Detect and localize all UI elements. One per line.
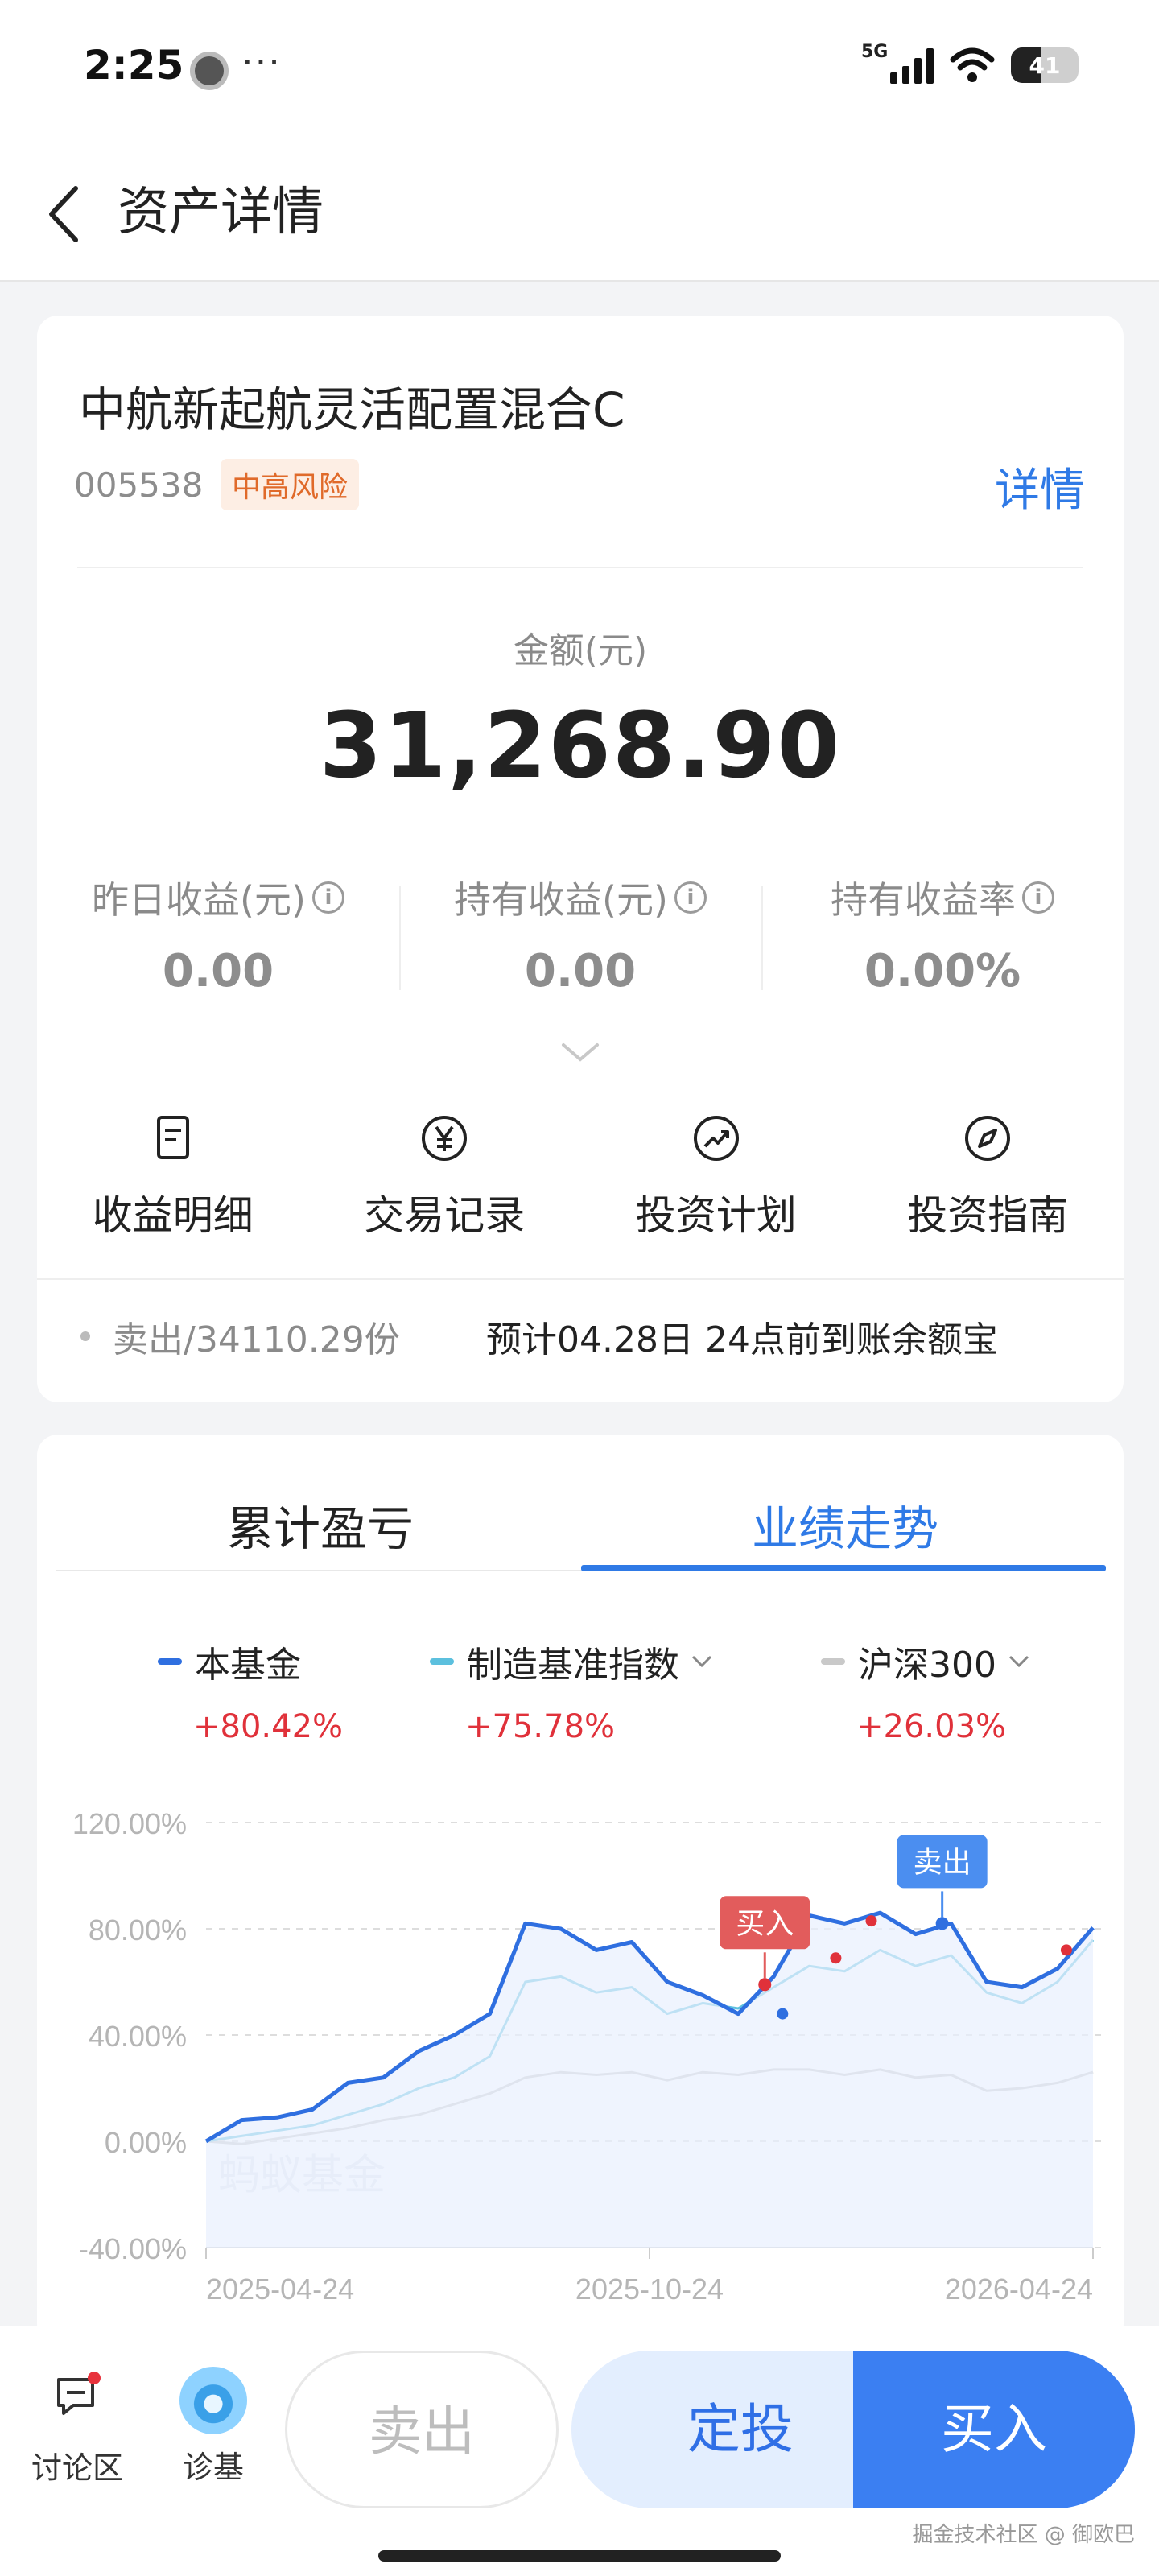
- discuss-label: 讨论区: [31, 2450, 123, 2486]
- buy-marker-label: 买入: [736, 1907, 794, 1940]
- stat-label: 持有收益(元): [454, 878, 668, 922]
- action-label: 投资指南: [907, 1192, 1069, 1239]
- stat-value: 0.00: [524, 945, 637, 997]
- tab-cumulative-profit[interactable]: 累计盈亏: [227, 1491, 414, 1558]
- stat-label: 持有收益率: [831, 878, 1016, 922]
- stat-value: 0.00: [162, 945, 274, 997]
- tab-performance-trend[interactable]: 业绩走势: [752, 1491, 938, 1558]
- notice-left: 卖出/34110.29份: [113, 1319, 400, 1360]
- buy-point: [865, 1915, 877, 1927]
- legend-value: +75.78%: [465, 1708, 616, 1745]
- legend-value: +80.42%: [193, 1708, 344, 1745]
- status-time: 2:25: [84, 42, 184, 89]
- risk-badge: 中高风险: [221, 459, 360, 510]
- x-tick-label: 2025-04-24: [206, 2273, 354, 2306]
- y-tick-label: 40.00%: [89, 2020, 187, 2053]
- y-tick-label: 120.00%: [72, 1807, 187, 1840]
- legend-csi300[interactable]: 沪深300 +26.03%: [821, 1636, 1030, 1745]
- fund-code: 005538: [74, 465, 204, 505]
- notification-app-icon: [190, 52, 229, 90]
- action-label: 投资计划: [635, 1192, 797, 1239]
- page-title: 资产详情: [118, 183, 324, 242]
- stat-value: 0.00%: [864, 945, 1021, 997]
- diagnose-label: 诊基: [182, 2450, 244, 2485]
- chat-bubble-icon: [57, 2372, 101, 2415]
- action-invest-guide[interactable]: 投资指南: [852, 1113, 1124, 1241]
- buy-point: [830, 1952, 842, 1964]
- status-bar: 2:25 ··· 5G 41: [0, 0, 1159, 137]
- performance-card: 累计盈亏 业绩走势 本基金 +80.42% 制造基准指数 +75.78% 沪深3…: [37, 1435, 1124, 2344]
- trend-icon: [693, 1116, 739, 1161]
- divider: [77, 567, 1083, 568]
- legend-swatch: [430, 1658, 454, 1665]
- notice-sell: 卖出/34110.29份: [80, 1311, 400, 1362]
- fund-name: 中航新起航灵活配置混合C: [79, 382, 625, 437]
- detail-link[interactable]: 详情: [995, 454, 1085, 519]
- sell-marker-point: [935, 1917, 949, 1930]
- legend-swatch: [821, 1658, 845, 1665]
- legend-fund[interactable]: 本基金 +80.42%: [158, 1636, 343, 1745]
- fund-summary-card: 中航新起航灵活配置混合C 005538 中高风险 详情 金额(元) 31,268…: [37, 316, 1124, 1402]
- expand-chevron-icon[interactable]: [560, 1040, 600, 1064]
- compass-icon: [965, 1116, 1011, 1161]
- buy-point: [1060, 1944, 1072, 1956]
- performance-chart[interactable]: 120.00% 80.00% 40.00% 0.00% -40.00% 2025-04-2…: [37, 1765, 1124, 2344]
- x-tick-label: 2025-10-24: [575, 2273, 724, 2306]
- bullet-icon: [80, 1331, 90, 1341]
- x-tick-label: 2026-04-24: [945, 2273, 1093, 2306]
- back-arrow-icon[interactable]: [42, 182, 90, 246]
- tab-active-indicator: [581, 1565, 1106, 1571]
- info-icon[interactable]: i: [1022, 881, 1054, 914]
- action-invest-plan[interactable]: 投资计划: [580, 1113, 852, 1241]
- stat-holding-rate: 持有收益率 i 0.00%: [761, 871, 1124, 997]
- action-trade-record[interactable]: 交易记录: [309, 1113, 581, 1241]
- amount-value: 31,268.90: [319, 694, 842, 799]
- robot-mascot-icon: [179, 2367, 247, 2434]
- legend-swatch: [158, 1658, 182, 1665]
- legend-value: +26.03%: [856, 1708, 1007, 1745]
- legend-label: 沪深300: [858, 1645, 996, 1686]
- yuan-icon: [422, 1116, 468, 1161]
- action-label: 收益明细: [92, 1192, 254, 1239]
- info-icon[interactable]: i: [674, 881, 707, 914]
- signal-icon: 5G: [861, 42, 934, 84]
- legend-benchmark[interactable]: 制造基准指数 +75.78%: [430, 1636, 713, 1745]
- discuss-button[interactable]: 讨论区: [29, 2372, 126, 2487]
- y-tick-label: -40.00%: [79, 2232, 187, 2265]
- watermark: 掘金技术社区 @ 御欧巴: [912, 2523, 1135, 2547]
- sell-marker-label: 卖出: [914, 1846, 971, 1879]
- action-label: 交易记录: [364, 1192, 526, 1239]
- chevron-down-icon: [1008, 1655, 1029, 1668]
- stat-holding-profit: 持有收益(元) i 0.00: [399, 871, 761, 997]
- divider: [37, 1278, 1124, 1280]
- battery-icon: 41: [1011, 47, 1079, 83]
- more-notifications-icon: ···: [241, 40, 282, 84]
- buy-button[interactable]: 买入: [853, 2351, 1135, 2508]
- chevron-down-icon: [691, 1655, 712, 1668]
- legend-label: 制造基准指数: [467, 1645, 679, 1686]
- sell-point: [777, 2008, 789, 2020]
- diagnose-button[interactable]: 诊基: [169, 2367, 258, 2487]
- stat-label: 昨日收益(元): [92, 878, 306, 922]
- profit-stats: 昨日收益(元) i 0.00 持有收益(元) i 0.00 持有收益率 i 0.00%: [37, 871, 1124, 997]
- document-icon: [156, 1116, 189, 1159]
- info-icon[interactable]: i: [311, 881, 344, 914]
- notice-arrival: 预计04.28日 24点前到账余额宝: [486, 1319, 998, 1360]
- sell-button[interactable]: 卖出: [285, 2351, 559, 2508]
- nav-bar: 资产详情: [0, 137, 1159, 282]
- amount-label: 金额(元): [513, 630, 648, 671]
- buy-marker-point: [758, 1978, 772, 1992]
- battery-level: 41: [1029, 52, 1061, 79]
- home-indicator: [378, 2550, 781, 2562]
- bottom-action-bar: 讨论区 诊基 卖出 定投 买入 掘金技术社区 @ 御欧巴: [0, 2326, 1159, 2576]
- network-type: 5G: [861, 42, 889, 62]
- action-profit-detail[interactable]: 收益明细: [37, 1113, 309, 1241]
- wifi-icon: [950, 47, 995, 82]
- stat-yesterday-profit: 昨日收益(元) i 0.00: [37, 871, 399, 997]
- action-row: 收益明细 交易记录 投资计划 投资指南: [37, 1113, 1124, 1241]
- y-tick-label: 80.00%: [89, 1913, 187, 1946]
- y-tick-label: 0.00%: [105, 2126, 187, 2159]
- legend-label: 本基金: [195, 1645, 301, 1686]
